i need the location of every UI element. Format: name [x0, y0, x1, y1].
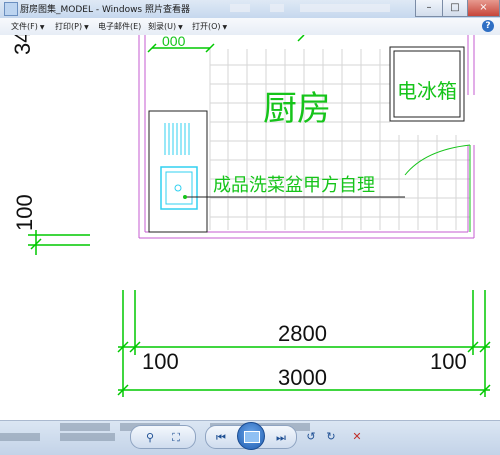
next-icon[interactable]: ⏭	[272, 431, 290, 445]
sink-note-label: 成品洗菜盆甲方自理	[213, 175, 375, 196]
rotate-ccw-icon[interactable]: ↺	[302, 430, 320, 444]
dimension-100-right: 100	[430, 349, 467, 374]
previous-icon[interactable]: ⏮	[212, 431, 230, 445]
sink-counter	[148, 110, 208, 233]
help-icon[interactable]: ?	[482, 20, 494, 32]
title-bar: 厨房图集_MODEL - Windows 照片查看器 – □ ×	[0, 0, 500, 18]
menu-bar: 文件(F) ▼ 打印(P) ▼ 电子邮件(E) 刻录(U) ▼ 打开(O) ▼ ?	[0, 18, 500, 36]
slideshow-button[interactable]	[237, 422, 265, 450]
image-canvas[interactable]: 厨房 电冰箱 成品洗菜盆甲方自理 000 34 100 2800 100 100…	[0, 35, 500, 420]
menu-open-label: 打开(O)	[192, 22, 221, 31]
room-label: 厨房	[263, 89, 331, 129]
fridge-label: 电冰箱	[397, 79, 457, 103]
toolbar-blur-4	[0, 433, 40, 441]
dimension-100-left: 100	[142, 349, 179, 374]
bottom-toolbar: ⚲ ⛶ ⏮ ⏭ ↺ ↻ ✕	[0, 420, 500, 455]
chevron-down-icon: ▼	[222, 24, 228, 31]
maximize-button[interactable]: □	[442, 0, 468, 17]
menu-burn-label: 刻录(U)	[148, 22, 177, 31]
app-icon	[4, 2, 18, 16]
chevron-down-icon: ▼	[178, 24, 183, 31]
slideshow-icon	[244, 431, 260, 443]
floor-tile-grid	[209, 49, 470, 230]
delete-icon[interactable]: ✕	[348, 430, 366, 444]
menu-file-label: 文件(F)	[11, 22, 38, 31]
toolbar-blur-1	[60, 423, 110, 431]
menu-file[interactable]: 文件(F) ▼	[11, 21, 44, 32]
chevron-down-icon: ▼	[84, 24, 89, 31]
menu-email-label: 电子邮件(E)	[98, 22, 142, 31]
left-dimension	[28, 230, 90, 255]
menu-print-label: 打印(P)	[55, 22, 83, 31]
menu-print[interactable]: 打印(P) ▼	[55, 21, 89, 32]
menu-email[interactable]: 电子邮件(E)	[98, 21, 141, 32]
zoom-icon[interactable]: ⚲	[141, 431, 159, 445]
left-dimension-top-value: 34	[10, 35, 35, 55]
left-dimension-value: 100	[12, 194, 37, 231]
dimension-3000: 3000	[278, 365, 327, 390]
fit-window-icon[interactable]: ⛶	[167, 431, 185, 445]
toolbar-blur-5	[60, 433, 115, 441]
dimension-2800: 2800	[278, 321, 327, 346]
chevron-down-icon: ▼	[39, 24, 45, 31]
title-blur-2	[270, 4, 284, 12]
window-title: 厨房图集_MODEL - Windows 照片查看器	[20, 5, 190, 15]
top-dimension-value: 000	[162, 35, 186, 49]
menu-burn[interactable]: 刻录(U) ▼	[148, 21, 183, 32]
menu-open[interactable]: 打开(O) ▼	[192, 21, 227, 32]
photo-viewer-window: 厨房图集_MODEL - Windows 照片查看器 – □ × 文件(F) ▼ …	[0, 0, 500, 455]
title-blur-1	[230, 4, 250, 12]
cad-drawing: 厨房 电冰箱 成品洗菜盆甲方自理 000 34 100 2800 100 100…	[10, 35, 491, 397]
zoom-group: ⚲ ⛶	[130, 425, 196, 449]
close-button[interactable]: ×	[467, 0, 500, 17]
minimize-button[interactable]: –	[415, 0, 443, 17]
rotate-cw-icon[interactable]: ↻	[322, 430, 340, 444]
title-blur-3	[300, 4, 390, 12]
